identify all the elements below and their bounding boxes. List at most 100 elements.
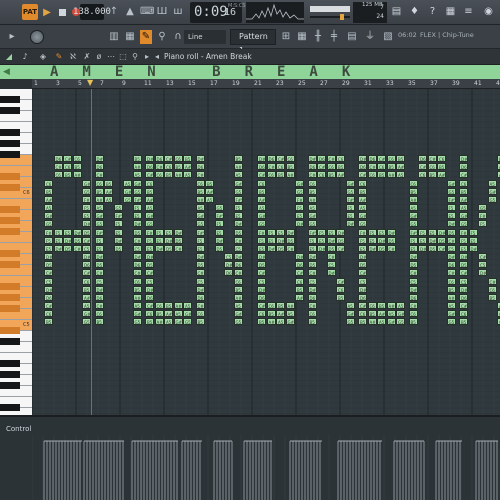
note[interactable]: A5 xyxy=(145,204,154,211)
note[interactable]: D5 xyxy=(377,244,386,252)
menu-icon[interactable]: ≡ xyxy=(462,4,475,20)
note[interactable]: F#5 xyxy=(459,228,468,236)
note[interactable]: F#5 xyxy=(478,212,487,219)
note[interactable]: A#5 xyxy=(233,293,243,301)
note[interactable]: C#5 xyxy=(145,269,154,276)
black-key[interactable] xyxy=(0,206,20,213)
note[interactable]: C5 xyxy=(224,253,233,260)
note[interactable]: F5 xyxy=(478,220,487,227)
channel-rack-icon[interactable]: ▤ xyxy=(346,30,358,44)
note[interactable]: F5 xyxy=(367,228,377,236)
play-button[interactable]: ▶ xyxy=(40,4,54,20)
note[interactable]: C#6 xyxy=(82,269,91,276)
note[interactable]: D5 xyxy=(358,261,367,268)
note[interactable]: B5 xyxy=(358,187,367,195)
note[interactable]: C#6 xyxy=(145,302,154,309)
note[interactable]: C#6 xyxy=(459,171,468,178)
pattern-selector[interactable]: Pattern 1 xyxy=(230,29,276,55)
note[interactable]: F#5 xyxy=(214,212,224,219)
note[interactable]: D#6 xyxy=(145,155,154,162)
black-key[interactable] xyxy=(0,217,20,224)
note[interactable]: C#6 xyxy=(233,269,243,276)
note[interactable]: C6 xyxy=(257,310,266,317)
note[interactable]: D#5 xyxy=(317,244,326,252)
note[interactable]: C5 xyxy=(195,277,205,285)
black-key[interactable] xyxy=(0,184,20,191)
note[interactable]: A#5 xyxy=(233,163,243,170)
grid-icon[interactable]: ▦ xyxy=(296,30,308,44)
note[interactable]: A5 xyxy=(408,204,418,211)
note[interactable]: D#5 xyxy=(468,244,478,252)
note[interactable]: D#6 xyxy=(233,253,243,260)
note[interactable]: D#5 xyxy=(358,253,367,260)
note[interactable]: D6 xyxy=(132,261,142,268)
note[interactable]: D6 xyxy=(418,155,427,162)
note[interactable]: C6 xyxy=(82,277,91,285)
note[interactable]: C6 xyxy=(367,171,377,178)
note[interactable]: G5 xyxy=(345,187,355,195)
note[interactable]: D#5 xyxy=(164,236,173,244)
note[interactable]: E5 xyxy=(145,244,154,252)
note[interactable]: D6 xyxy=(233,261,243,268)
metronome-icon[interactable]: ▲ xyxy=(124,5,136,19)
note[interactable]: C#5 xyxy=(459,269,468,276)
note[interactable]: C#5 xyxy=(408,269,418,276)
note[interactable]: B5 xyxy=(63,171,72,178)
note[interactable]: A5 xyxy=(183,171,192,178)
note[interactable]: D#6 xyxy=(257,285,266,293)
note[interactable]: D#6 xyxy=(132,253,142,260)
note[interactable]: C#6 xyxy=(358,171,367,178)
note[interactable]: D5 xyxy=(113,244,123,252)
note[interactable]: E5 xyxy=(446,212,456,219)
note[interactable]: D5 xyxy=(427,244,437,252)
note[interactable]: D#5 xyxy=(285,228,295,236)
note[interactable]: F5 xyxy=(53,228,63,236)
note[interactable]: C5 xyxy=(326,261,336,268)
note[interactable]: A#5 xyxy=(82,293,91,301)
note[interactable]: B5 xyxy=(487,293,497,301)
note[interactable]: D5 xyxy=(326,244,336,252)
note[interactable]: G#5 xyxy=(94,212,104,219)
note[interactable]: E5 xyxy=(418,236,427,244)
note[interactable]: C6 xyxy=(44,179,53,187)
note[interactable]: E5 xyxy=(358,244,367,252)
note[interactable]: D#6 xyxy=(44,285,53,293)
main-pitch-knob[interactable] xyxy=(30,30,44,44)
note[interactable]: A5 xyxy=(183,302,192,309)
note[interactable]: C#6 xyxy=(427,155,437,162)
note[interactable]: C6 xyxy=(94,179,104,187)
note[interactable]: E5 xyxy=(408,244,418,252)
note[interactable]: F5 xyxy=(345,204,355,211)
note[interactable]: C6 xyxy=(257,179,266,187)
note[interactable]: A#5 xyxy=(459,195,468,203)
note[interactable]: D#5 xyxy=(326,236,336,244)
note[interactable]: B5 xyxy=(233,285,243,293)
note[interactable]: F#5 xyxy=(132,195,142,203)
piano-keyboard[interactable]: C6 C5 xyxy=(0,89,32,422)
note[interactable]: G5 xyxy=(145,220,154,227)
note[interactable]: C#6 xyxy=(195,171,205,178)
note[interactable]: C6 xyxy=(336,155,345,162)
note[interactable]: C6 xyxy=(285,155,295,162)
note[interactable]: D#5 xyxy=(459,253,468,260)
note[interactable]: F5 xyxy=(307,236,317,244)
note[interactable]: B5 xyxy=(276,171,285,178)
black-key[interactable] xyxy=(0,305,20,312)
note[interactable]: C#5 xyxy=(44,269,53,276)
note[interactable]: G#5 xyxy=(285,318,295,325)
note[interactable]: D6 xyxy=(82,261,91,268)
note[interactable]: D#6 xyxy=(224,261,233,268)
note[interactable]: B5 xyxy=(307,187,317,195)
help-icon[interactable]: ? xyxy=(426,4,439,20)
note[interactable]: D6 xyxy=(195,163,205,170)
note[interactable]: E5 xyxy=(214,228,224,236)
note[interactable]: A5 xyxy=(446,302,456,309)
note[interactable]: A5 xyxy=(82,302,91,309)
note[interactable]: C6 xyxy=(377,163,386,170)
note[interactable]: G#5 xyxy=(183,310,192,317)
note[interactable]: C6 xyxy=(408,179,418,187)
playback-icon[interactable]: ▸ xyxy=(142,52,152,62)
song-position-display[interactable]: 0:09 M:S:CS 16 xyxy=(190,2,246,23)
online-icon[interactable]: ◉ xyxy=(482,4,495,20)
note[interactable]: D6 xyxy=(257,293,266,301)
